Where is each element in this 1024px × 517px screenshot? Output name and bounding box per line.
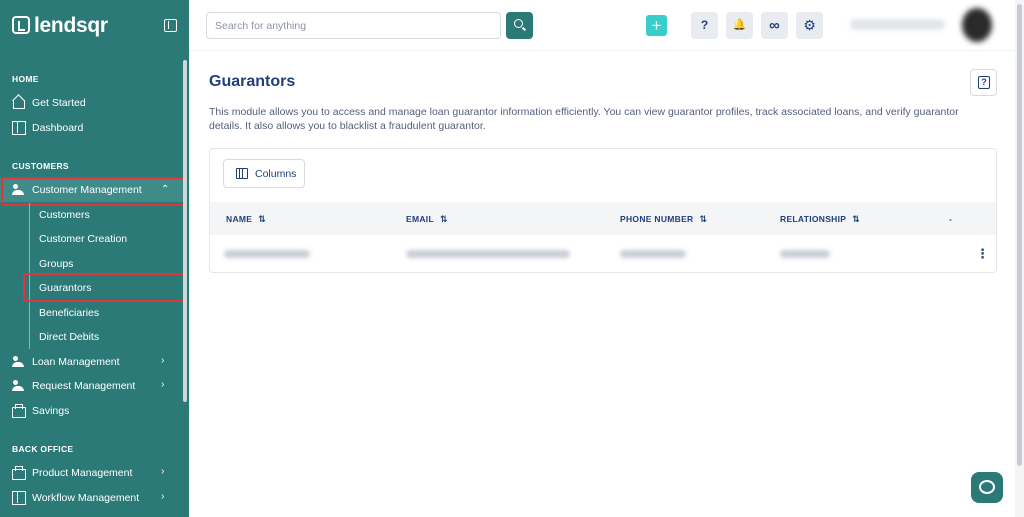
- highlight-guarantors: [23, 273, 186, 302]
- savings-icon: [12, 404, 26, 418]
- sidebar-item-savings[interactable]: Savings: [0, 399, 184, 423]
- columns-button[interactable]: Columns: [223, 159, 305, 188]
- gear-icon: ⚙: [803, 17, 816, 33]
- brand-logo[interactable]: lendsqr: [12, 14, 182, 38]
- sidebar-scrollbar[interactable]: [183, 60, 187, 402]
- sort-icon[interactable]: ⇅: [852, 214, 860, 224]
- settings-button[interactable]: ⚙: [796, 12, 823, 39]
- page-scrollbar-thumb[interactable]: [1017, 4, 1022, 466]
- add-button[interactable]: +: [646, 15, 667, 36]
- column-header-email[interactable]: EMAIL ⇅: [406, 214, 448, 225]
- chevron-right-icon: ›: [161, 466, 165, 477]
- guarantors-table-card: Columns NAME ⇅ EMAIL ⇅ PHONE NUMBER ⇅ RELAT…: [209, 148, 997, 273]
- topbar-divider: [189, 50, 1024, 51]
- sidebar-item-beneficiaries[interactable]: Beneficiaries: [24, 301, 184, 325]
- chevron-right-icon: ›: [161, 491, 165, 502]
- column-header-phone-number[interactable]: PHONE NUMBER ⇅: [620, 214, 707, 225]
- link-icon: ∞: [769, 17, 780, 34]
- brand-name: lendsqr: [34, 14, 108, 37]
- sidebar: lendsqr HOME Get Started Dashboard CUSTO…: [0, 0, 189, 517]
- sidebar-item-label: Customers: [39, 209, 90, 221]
- table-row[interactable]: ⋮: [210, 235, 996, 272]
- request-icon: [12, 379, 25, 392]
- columns-icon: [236, 168, 248, 179]
- sidebar-item-label: Beneficiaries: [39, 307, 100, 319]
- highlight-customer-management: [1, 177, 186, 206]
- column-header-name[interactable]: NAME ⇅: [226, 214, 266, 225]
- section-label-back-office: BACK OFFICE: [12, 444, 74, 454]
- search-input[interactable]: [206, 12, 501, 39]
- sidebar-item-request-management[interactable]: Request Management ›: [0, 374, 184, 398]
- cell-relationship-redacted: [780, 250, 830, 258]
- chat-support-button[interactable]: [971, 472, 1003, 503]
- sidebar-item-workflow-management[interactable]: Workflow Management ›: [0, 486, 184, 510]
- sidebar-item-label: Savings: [32, 405, 70, 417]
- help-icon: ?: [700, 18, 709, 32]
- bell-icon: 🔔: [732, 19, 747, 31]
- page-title: Guarantors: [209, 73, 296, 90]
- sidebar-item-label: Get Started: [32, 97, 86, 109]
- dashboard-icon: [12, 121, 26, 135]
- page-help-button[interactable]: ?: [970, 69, 997, 96]
- sidebar-item-label: Direct Debits: [39, 331, 100, 343]
- section-label-home: HOME: [12, 74, 39, 84]
- workflow-icon: [12, 491, 26, 505]
- sort-icon[interactable]: ⇅: [440, 214, 448, 224]
- cell-name-redacted: [224, 250, 310, 258]
- chevron-right-icon: ›: [161, 379, 165, 390]
- sidebar-item-loan-management[interactable]: Loan Management ›: [0, 350, 184, 374]
- page-scrollbar[interactable]: [1015, 0, 1024, 517]
- user-name-redacted[interactable]: [850, 19, 945, 30]
- home-icon: [12, 96, 25, 109]
- column-header-relationship[interactable]: RELATIONSHIP ⇅: [780, 214, 860, 225]
- sidebar-item-label: Groups: [39, 258, 74, 270]
- sort-icon[interactable]: ⇅: [258, 214, 266, 224]
- cell-phone-redacted: [620, 250, 686, 258]
- notifications-button[interactable]: 🔔: [726, 12, 753, 39]
- column-header-actions: -: [949, 214, 953, 224]
- help-icon: ?: [978, 76, 990, 89]
- logo-icon: [12, 16, 30, 34]
- link-button[interactable]: ∞: [761, 12, 788, 39]
- sidebar-item-direct-debits[interactable]: Direct Debits: [24, 325, 184, 349]
- avatar[interactable]: [962, 8, 992, 42]
- sidebar-item-get-started[interactable]: Get Started: [0, 91, 184, 115]
- sidebar-item-label: Request Management: [32, 380, 136, 392]
- row-actions-icon[interactable]: ⋮: [976, 246, 989, 262]
- page-description: This module allows you to access and man…: [209, 106, 959, 132]
- chevron-right-icon: ›: [161, 355, 165, 366]
- sidebar-item-label: Workflow Management: [32, 492, 140, 504]
- sort-icon[interactable]: ⇅: [700, 214, 708, 224]
- sidebar-item-customers[interactable]: Customers: [24, 203, 184, 227]
- sidebar-item-label: Customer Creation: [39, 233, 128, 245]
- chat-icon: [979, 480, 995, 494]
- sidebar-item-label: Product Management: [32, 467, 133, 479]
- sidebar-item-customer-creation[interactable]: Customer Creation: [24, 227, 184, 251]
- product-icon: [12, 466, 26, 480]
- help-button[interactable]: ?: [691, 12, 718, 39]
- sidebar-item-dashboard[interactable]: Dashboard: [0, 116, 184, 140]
- loan-icon: [12, 355, 25, 368]
- cell-email-redacted: [406, 250, 570, 258]
- columns-button-label: Columns: [255, 168, 297, 180]
- section-label-customers: CUSTOMERS: [12, 161, 69, 171]
- table-header: NAME ⇅ EMAIL ⇅ PHONE NUMBER ⇅ RELATIONSHIP ⇅…: [210, 202, 996, 235]
- sidebar-item-label: Loan Management: [32, 356, 120, 368]
- search-button[interactable]: [506, 12, 533, 39]
- sidebar-collapse-icon[interactable]: [164, 19, 177, 32]
- sidebar-item-label: Dashboard: [32, 122, 84, 134]
- sidebar-item-product-management[interactable]: Product Management ›: [0, 461, 184, 485]
